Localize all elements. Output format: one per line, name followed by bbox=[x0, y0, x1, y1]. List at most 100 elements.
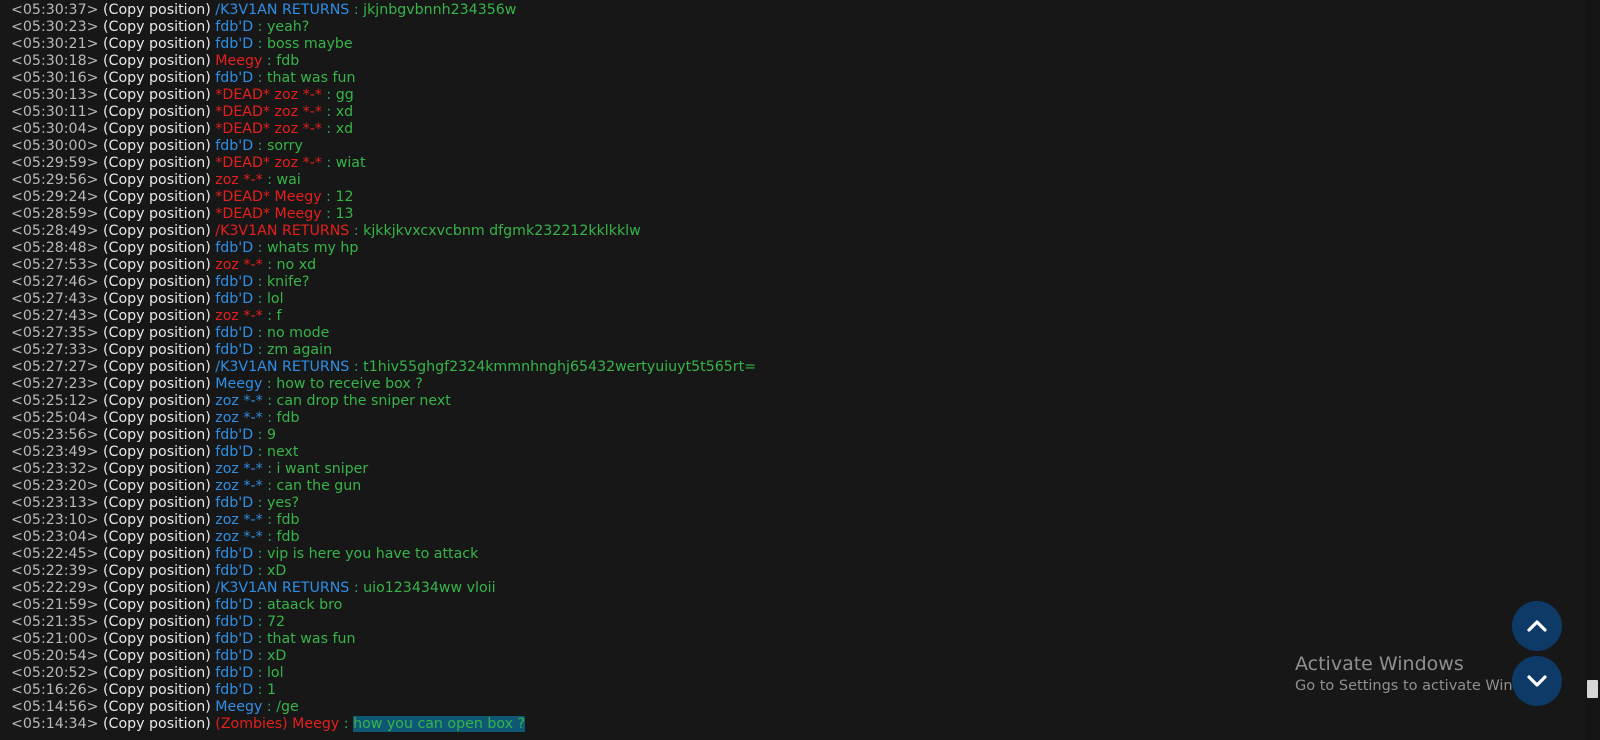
copy-position-link[interactable]: (Copy position) bbox=[103, 206, 211, 222]
copy-position-link[interactable]: (Copy position) bbox=[103, 376, 211, 392]
message-text: xD bbox=[266, 563, 287, 579]
player-name: *DEAD* zoz *-* bbox=[215, 87, 322, 103]
copy-position-link[interactable]: (Copy position) bbox=[103, 223, 211, 239]
chat-line: <05:28:49> (Copy position) /K3V1AN RETUR… bbox=[11, 223, 1551, 240]
copy-position-link[interactable]: (Copy position) bbox=[103, 546, 211, 562]
copy-position-link[interactable]: (Copy position) bbox=[103, 597, 211, 613]
timestamp: <05:30:00> bbox=[11, 138, 99, 154]
separator: : bbox=[267, 478, 272, 494]
timestamp: <05:27:35> bbox=[11, 325, 99, 341]
player-name: (Zombies) Meegy bbox=[215, 716, 340, 732]
timestamp: <05:23:10> bbox=[11, 512, 99, 528]
message-text: no xd bbox=[276, 257, 317, 273]
separator: : bbox=[257, 19, 263, 35]
timestamp: <05:30:11> bbox=[11, 104, 99, 120]
copy-position-link[interactable]: (Copy position) bbox=[103, 70, 211, 86]
copy-position-link[interactable]: (Copy position) bbox=[103, 342, 211, 358]
copy-position-link[interactable]: (Copy position) bbox=[103, 53, 211, 69]
separator: : bbox=[257, 563, 263, 579]
chat-line: <05:27:53> (Copy position) zoz *-* : no … bbox=[11, 257, 1551, 274]
copy-position-link[interactable]: (Copy position) bbox=[103, 410, 211, 426]
chat-line: <05:28:59> (Copy position) *DEAD* Meegy … bbox=[11, 206, 1551, 223]
player-name: fdb'D bbox=[215, 665, 254, 681]
timestamp: <05:27:46> bbox=[11, 274, 99, 290]
scroll-down-button[interactable] bbox=[1512, 656, 1562, 706]
message-text: xd bbox=[335, 104, 354, 120]
message-text: 12 bbox=[335, 189, 354, 205]
copy-position-link[interactable]: (Copy position) bbox=[103, 308, 211, 324]
copy-position-link[interactable]: (Copy position) bbox=[103, 512, 211, 528]
separator: : bbox=[267, 410, 272, 426]
scrollbar-thumb[interactable] bbox=[1587, 680, 1598, 698]
separator: : bbox=[257, 36, 263, 52]
copy-position-link[interactable]: (Copy position) bbox=[103, 495, 211, 511]
message-text: 1 bbox=[266, 682, 276, 698]
copy-position-link[interactable]: (Copy position) bbox=[103, 648, 211, 664]
copy-position-link[interactable]: (Copy position) bbox=[103, 36, 211, 52]
separator: : bbox=[257, 291, 263, 307]
chat-line: <05:30:18> (Copy position) Meegy : fdb bbox=[11, 53, 1551, 70]
timestamp: <05:21:00> bbox=[11, 631, 99, 647]
copy-position-link[interactable]: (Copy position) bbox=[103, 631, 211, 647]
copy-position-link[interactable]: (Copy position) bbox=[103, 104, 211, 120]
player-name: *DEAD* Meegy bbox=[215, 189, 322, 205]
copy-position-link[interactable]: (Copy position) bbox=[103, 563, 211, 579]
copy-position-link[interactable]: (Copy position) bbox=[103, 240, 211, 256]
separator: : bbox=[257, 444, 263, 460]
chat-line: <05:30:23> (Copy position) fdb'D : yeah? bbox=[11, 19, 1551, 36]
copy-position-link[interactable]: (Copy position) bbox=[103, 274, 211, 290]
separator: : bbox=[266, 53, 272, 69]
timestamp: <05:29:56> bbox=[11, 172, 99, 188]
scroll-up-button[interactable] bbox=[1512, 601, 1562, 651]
copy-position-link[interactable]: (Copy position) bbox=[103, 359, 211, 375]
copy-position-link[interactable]: (Copy position) bbox=[103, 291, 211, 307]
copy-position-link[interactable]: (Copy position) bbox=[103, 257, 211, 273]
separator: : bbox=[257, 614, 263, 630]
separator: : bbox=[267, 393, 272, 409]
copy-position-link[interactable]: (Copy position) bbox=[103, 580, 211, 596]
copy-position-link[interactable]: (Copy position) bbox=[103, 393, 211, 409]
chat-line: <05:30:13> (Copy position) *DEAD* zoz *-… bbox=[11, 87, 1551, 104]
timestamp: <05:30:21> bbox=[11, 36, 99, 52]
copy-position-link[interactable]: (Copy position) bbox=[103, 478, 211, 494]
player-name: zoz *-* bbox=[215, 461, 263, 477]
timestamp: <05:25:04> bbox=[11, 410, 99, 426]
copy-position-link[interactable]: (Copy position) bbox=[103, 155, 211, 171]
copy-position-link[interactable]: (Copy position) bbox=[103, 614, 211, 630]
player-name: Meegy bbox=[215, 699, 263, 715]
player-name: zoz *-* bbox=[215, 308, 263, 324]
copy-position-link[interactable]: (Copy position) bbox=[103, 19, 211, 35]
copy-position-link[interactable]: (Copy position) bbox=[103, 2, 211, 18]
copy-position-link[interactable]: (Copy position) bbox=[103, 172, 211, 188]
separator: : bbox=[266, 699, 272, 715]
message-text: yes? bbox=[266, 495, 299, 511]
chat-line: <05:14:56> (Copy position) Meegy : /ge bbox=[11, 699, 1551, 716]
separator: : bbox=[267, 257, 272, 273]
vertical-scrollbar[interactable] bbox=[1585, 0, 1600, 740]
copy-position-link[interactable]: (Copy position) bbox=[103, 121, 211, 137]
separator: : bbox=[257, 138, 263, 154]
copy-position-link[interactable]: (Copy position) bbox=[103, 189, 211, 205]
copy-position-link[interactable]: (Copy position) bbox=[103, 444, 211, 460]
copy-position-link[interactable]: (Copy position) bbox=[103, 682, 211, 698]
separator: : bbox=[257, 495, 263, 511]
player-name: fdb'D bbox=[215, 648, 254, 664]
copy-position-link[interactable]: (Copy position) bbox=[103, 325, 211, 341]
copy-position-link[interactable]: (Copy position) bbox=[103, 699, 211, 715]
copy-position-link[interactable]: (Copy position) bbox=[103, 461, 211, 477]
copy-position-link[interactable]: (Copy position) bbox=[103, 529, 211, 545]
timestamp: <05:22:39> bbox=[11, 563, 99, 579]
chat-line: <05:30:00> (Copy position) fdb'D : sorry bbox=[11, 138, 1551, 155]
copy-position-link[interactable]: (Copy position) bbox=[103, 665, 211, 681]
copy-position-link[interactable]: (Copy position) bbox=[103, 138, 211, 154]
copy-position-link[interactable]: (Copy position) bbox=[103, 87, 211, 103]
player-name: Meegy bbox=[215, 376, 263, 392]
separator: : bbox=[257, 240, 263, 256]
copy-position-link[interactable]: (Copy position) bbox=[103, 427, 211, 443]
timestamp: <05:16:26> bbox=[11, 682, 99, 698]
message-text: xD bbox=[266, 648, 287, 664]
message-text: lol bbox=[266, 291, 284, 307]
player-name: *DEAD* zoz *-* bbox=[215, 121, 322, 137]
chat-line: <05:22:29> (Copy position) /K3V1AN RETUR… bbox=[11, 580, 1551, 597]
copy-position-link[interactable]: (Copy position) bbox=[103, 716, 211, 732]
